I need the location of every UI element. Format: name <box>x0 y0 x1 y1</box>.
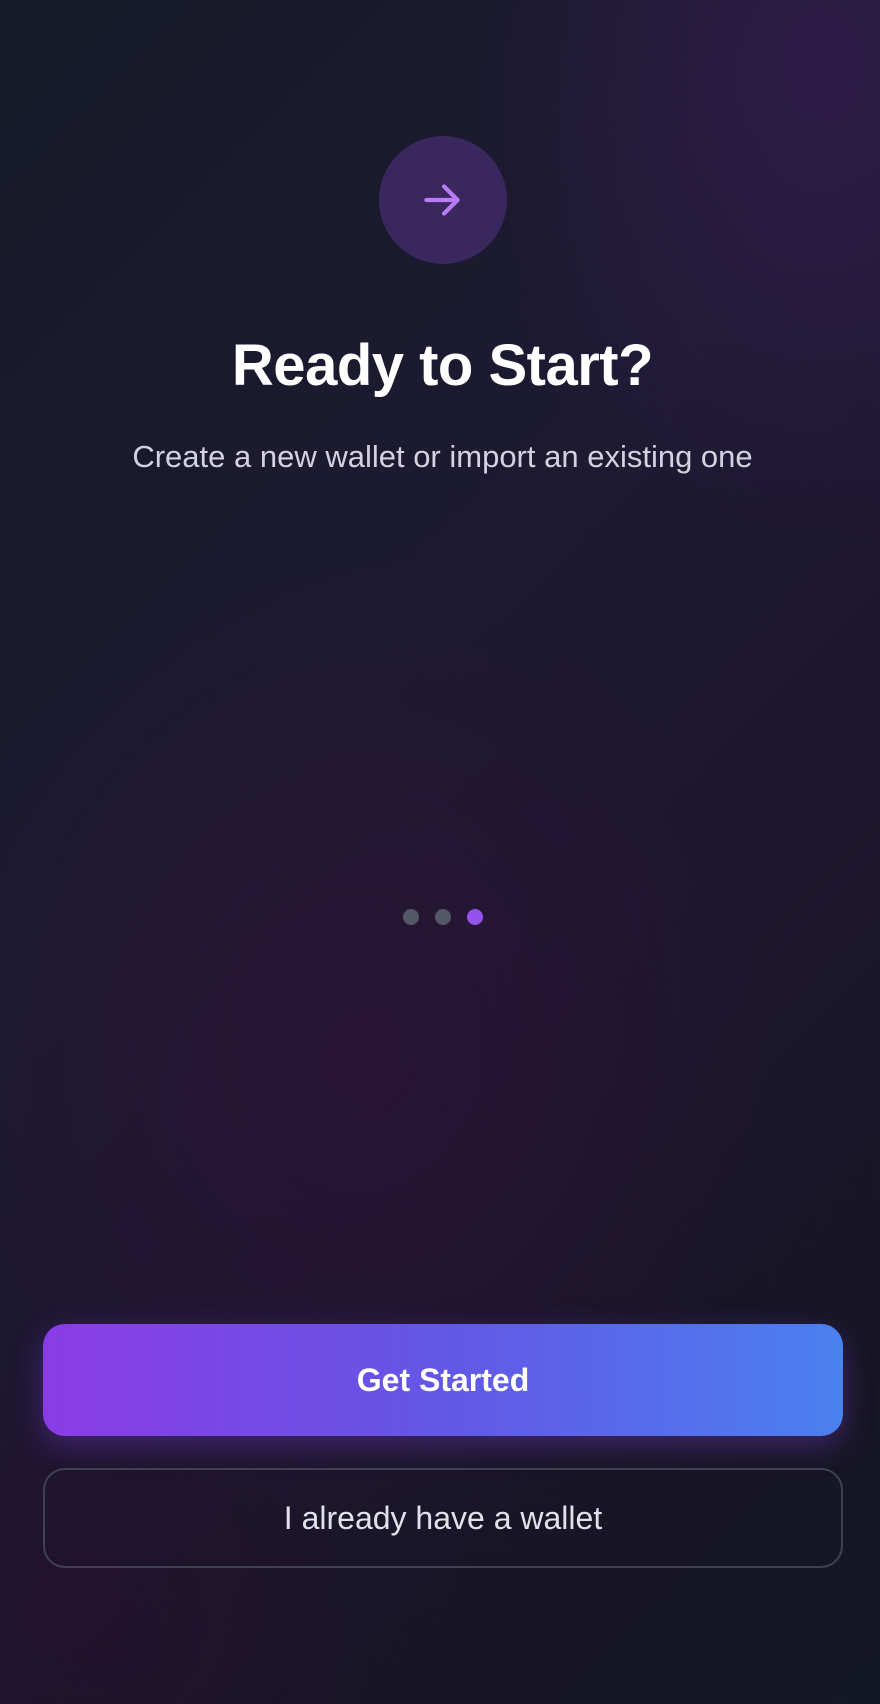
arrow-right-icon <box>424 184 460 216</box>
page-subtitle: Create a new wallet or import an existin… <box>132 439 753 474</box>
onboarding-screen: Ready to Start? Create a new wallet or i… <box>0 0 880 1704</box>
pagination-dot-1[interactable] <box>402 909 419 925</box>
pagination-dot-2[interactable] <box>434 909 451 925</box>
pagination-dot-3-active[interactable] <box>466 909 483 925</box>
pagination-dots <box>0 909 880 927</box>
existing-wallet-button[interactable]: I already have a wallet <box>43 1468 843 1568</box>
get-started-button[interactable]: Get Started <box>43 1324 843 1436</box>
page-title: Ready to Start? <box>231 333 654 398</box>
icon-badge <box>379 136 507 264</box>
